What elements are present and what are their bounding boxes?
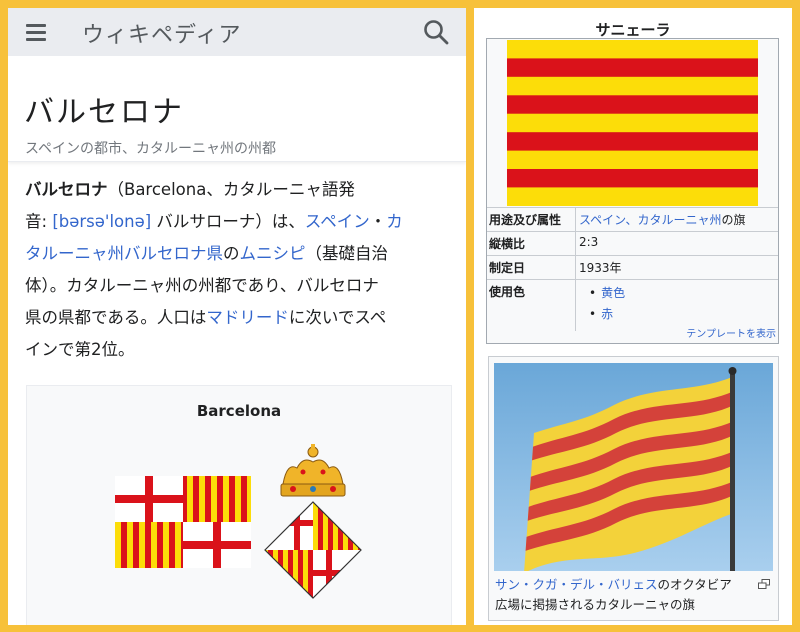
caption-link[interactable]: サン・クガ・デル・バリェス — [495, 577, 658, 592]
color-link-red[interactable]: 赤 — [601, 307, 613, 321]
page-heading: バルセロナ スペインの都市、カタルーニャ州の州都 — [8, 56, 466, 162]
lead-text: に次いでスペ — [288, 308, 387, 327]
lead-text: 音: — [25, 212, 53, 231]
row-value: 2:3 — [579, 235, 599, 249]
infobox-caption: Barcelona — [196, 402, 282, 420]
barcelona-infobox: Barcelona — [26, 385, 452, 625]
infobox-row-adopted: 制定日 1933年 — [487, 255, 778, 279]
enlarge-icon[interactable] — [758, 579, 770, 589]
link-barcelona-province[interactable]: バルセロナ県 — [124, 244, 223, 263]
caption-text: のオクタビア — [657, 577, 732, 592]
waving-flag-photo[interactable] — [494, 363, 773, 571]
usage-suffix: の旗 — [721, 213, 746, 227]
row-value: 1933年 — [579, 261, 622, 275]
senyera-flag-image[interactable] — [507, 40, 758, 206]
lead-text: の — [223, 244, 240, 263]
infobox-row-ratio: 縦横比 2:3 — [487, 231, 778, 255]
link-catalonia[interactable]: タルーニャ州 — [25, 244, 124, 263]
link-catalonia[interactable]: カ — [386, 212, 403, 231]
lead-paragraph: バルセロナ（Barcelona、カタルーニャ語発 音: [bərsə'lonə]… — [25, 174, 450, 366]
lead-text: 県の県都である。人口は — [25, 308, 207, 327]
photo-thumbnail: サン・クガ・デル・バリェスのオクタビア 広場に掲揚されるカタルーニャの旗 — [488, 356, 779, 621]
lead-bold-name: バルセロナ — [25, 180, 108, 199]
lead-text: （Barcelona、カタルーニャ語発 — [107, 180, 355, 199]
view-template-link[interactable]: テンプレートを表示 — [686, 325, 776, 340]
lead-text: バルサローナ）は、 — [151, 212, 305, 231]
hamburger-menu-icon[interactable] — [24, 20, 48, 44]
senyera-infobox-title: サニェーラ — [595, 21, 671, 39]
page-title: バルセロナ — [24, 95, 184, 130]
senyera-panel: サニェーラ 用途及び属性 スペイン、カタルーニャ州の旗 縦横比 2:3 制定日 … — [474, 8, 792, 625]
caption-text: 広場に掲揚されるカタルーニャの旗 — [495, 597, 696, 612]
link-madrid[interactable]: マドリード — [206, 308, 289, 327]
lead-text: インで第2位。 — [25, 340, 135, 359]
senyera-infobox: 用途及び属性 スペイン、カタルーニャ州の旗 縦横比 2:3 制定日 1933年 … — [486, 38, 779, 344]
row-key: 使用色 — [487, 280, 576, 331]
barcelona-flag-image[interactable] — [115, 476, 251, 568]
link-spain[interactable]: スペイン — [305, 212, 370, 231]
photo-caption: サン・クガ・デル・バリェスのオクタビア 広場に掲揚されるカタルーニャの旗 — [495, 575, 760, 615]
row-key: 制定日 — [487, 256, 576, 279]
color-list: 黄色 赤 — [579, 283, 775, 325]
link-municipality[interactable]: ムニシピ — [240, 244, 306, 263]
site-title[interactable]: ウィキペディア — [82, 17, 241, 49]
lead-text: （基礎自治 — [305, 244, 389, 263]
ipa-link[interactable]: [bərsə'lonə] — [52, 212, 151, 231]
top-bar: ウィキペディア — [8, 8, 466, 56]
color-link-yellow[interactable]: 黄色 — [601, 286, 625, 300]
lead-text: 体）。カタルーニャ州の州都であり、バルセロナ — [25, 276, 379, 295]
infobox-row-colors: 使用色 黄色 赤 — [487, 279, 778, 331]
article-panel: ウィキペディア バルセロナ スペインの都市、カタルーニャ州の州都 バルセロナ（B… — [8, 8, 466, 625]
row-key: 用途及び属性 — [487, 208, 576, 231]
lead-text: ・ — [369, 212, 387, 231]
page-subtitle: スペインの都市、カタルーニャ州の州都 — [25, 141, 277, 157]
search-icon[interactable] — [422, 18, 450, 46]
usage-link[interactable]: スペイン、カタルーニャ州 — [579, 213, 721, 227]
barcelona-coat-of-arms-image[interactable] — [263, 442, 363, 602]
infobox-row-usage: 用途及び属性 スペイン、カタルーニャ州の旗 — [487, 207, 778, 231]
row-key: 縦横比 — [487, 232, 576, 255]
